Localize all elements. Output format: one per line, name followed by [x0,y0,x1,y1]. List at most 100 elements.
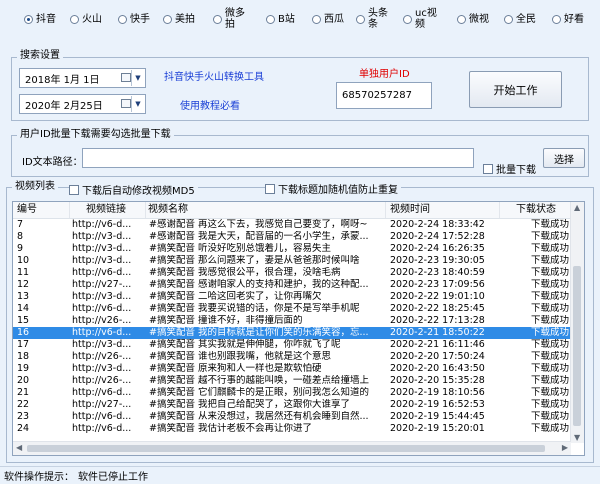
table-row[interactable]: 7 http://v6-d... #感谢配音 再这么下去，我感觉自己要变了，啊呀~ 2… [13,219,571,231]
select-file-button[interactable]: 选择 [543,148,585,168]
table-body: 7 http://v6-d... #感谢配音 再这么下去，我感觉自己要变了，啊呀~ 2… [13,219,571,435]
table-row[interactable]: 9 http://v3-d... #搞笑配音 听没好吃别总饿着儿，容易失主 2020-… [13,243,571,255]
end-date-picker[interactable]: 2020年 2月25日 ▼ [19,94,146,114]
column-header-time[interactable]: 视频时间 [386,202,500,218]
radio-dot-icon [70,15,79,24]
cell-name: #搞笑配音 其实我就是伸伸腿，你咋就飞了呢 [149,339,341,350]
auto-md5-checkbox[interactable]: 下载后自动修改视频MD5 [69,182,198,197]
column-header-status[interactable]: 下载状态 [500,202,571,218]
table-row[interactable]: 14 http://v6-d... #搞笑配音 我要买说错的话，你是不是写举手机呢 2… [13,303,571,315]
cell-status: 下载成功 [531,243,570,254]
scroll-right-icon[interactable]: ▶ [562,443,568,452]
radio-dot-icon [163,15,172,24]
scroll-left-icon[interactable]: ◀ [16,443,22,452]
table-row[interactable]: 16 http://v6-d... #搞笑配音 我的目标就是让你们笑的乐满笑容，忘.… [13,327,571,339]
cell-time: 2020-2-19 15:20:01 [390,423,485,434]
table-row[interactable]: 8 http://v3-d... #感谢配音 我是大天，配音届的一名小学生，承蒙..… [13,231,571,243]
radio-dot-icon [457,15,466,24]
cell-name: #搞笑配音 听没好吃别总饿着儿，容易失主 [149,243,331,254]
batch-download-checkbox[interactable]: 批量下载 [483,161,539,176]
radio-bilibili[interactable]: B站 [266,14,295,25]
convert-tool-link[interactable]: 抖音快手火山转换工具 [164,68,264,83]
start-date-picker[interactable]: 2018年 1月 1日 ▼ [19,68,146,88]
radio-weiduopai[interactable]: 微多 拍 [213,8,245,30]
table-row[interactable]: 22 http://v27-... #搞笑配音 我把自己给配哭了，这跟你大谁享了 20… [13,399,571,411]
cell-status: 下载成功 [531,339,570,350]
cell-name: #感谢配音 再这么下去，我感觉自己要变了，啊呀~ [149,219,368,230]
column-header-name[interactable]: 视频名称 [146,202,386,218]
table-row[interactable]: 11 http://v6-d... #搞笑配音 我感觉很公平，很合理，没啥毛病 202… [13,267,571,279]
cell-name: #感谢配音 我是大天，配音届的一名小学生，承蒙... [149,231,369,242]
radio-douyin[interactable]: 抖音 [24,14,56,25]
cell-name: #搞笑配音 它们麒麟卡的是正眼，别问我怎么知道的 [149,387,369,398]
radio-quanmin[interactable]: 全民 [504,14,536,25]
scroll-down-icon[interactable]: ▼ [574,433,580,442]
table-row[interactable]: 13 http://v3-d... #搞笑配音 二哈这回老实了，让你再嘴欠 2020-… [13,291,571,303]
random-title-checkbox[interactable]: 下载标题加随机值防止重复 [265,181,401,196]
cell-name: #搞笑配音 撞谁不好，非得撞后面的 [149,315,303,326]
radio-dot-icon [213,14,222,24]
table-row[interactable]: 21 http://v6-d... #搞笑配音 它们麒麟卡的是正眼，别问我怎么知道的… [13,387,571,399]
batch-download-title: 用户ID批量下载需要勾选批量下载 [17,129,174,141]
table-row[interactable]: 24 http://v6-d... #搞笑配音 我估计老板不会再让你进了 2020-2… [13,423,571,435]
table-row[interactable]: 20 http://v26-... #搞笑配音 越不行事的越能叫唤，一碰差点给撞墙上… [13,375,571,387]
column-header-link[interactable]: 视频链接 [70,202,146,218]
id-path-input[interactable] [82,148,474,168]
cell-time: 2020-2-19 18:10:56 [390,387,485,398]
table-row[interactable]: 12 http://v27-... #搞笑配音 感谢咱家人的支持和建护，我的这种配.… [13,279,571,291]
cell-status: 下载成功 [531,351,570,362]
cell-time: 2020-2-23 17:09:56 [390,279,485,290]
radio-toutiao[interactable]: 头条 条 [356,8,388,30]
scroll-up-icon[interactable]: ▲ [574,203,580,212]
radio-dot-icon [504,15,513,24]
radio-kuaishou[interactable]: 快手 [118,14,150,25]
checkbox-icon [483,163,493,174]
table-row[interactable]: 19 http://v3-d... #搞笑配音 原来狗和人一样也是欺软怕硬 2020-… [13,363,571,375]
cell-id: 7 [17,219,24,230]
cell-status: 下载成功 [531,423,570,434]
radio-haokan[interactable]: 好看 [552,14,584,25]
cell-id: 19 [17,363,30,374]
radio-xigua[interactable]: 西瓜 [312,14,344,25]
cell-name: #搞笑配音 越不行事的越能叫唤，一碰差点给撞墙上 [149,375,369,386]
cell-link: http://v6-d... [72,303,132,314]
radio-weishi[interactable]: 微视 [457,14,489,25]
table-row[interactable]: 10 http://v3-d... #搞笑配音 那么问题来了，妻是从爸爸那时候叫啥 2… [13,255,571,267]
cell-status: 下载成功 [531,315,570,326]
radio-uc-video[interactable]: uc视 频 [403,8,437,30]
scroll-thumb-horizontal[interactable] [27,445,545,452]
table-row[interactable]: 18 http://v26-... #搞笑配音 谁也别跟我嘴，他就是这个意思 2020… [13,351,571,363]
calendar-icon [121,99,131,108]
tutorial-link[interactable]: 使用教程必看 [180,97,240,112]
cell-id: 13 [17,291,30,302]
cell-id: 14 [17,303,30,314]
cell-link: http://v26-... [72,351,132,362]
checkbox-icon [265,183,275,194]
radio-meipai[interactable]: 美拍 [163,14,195,25]
table-row[interactable]: 17 http://v3-d... #搞笑配音 其实我就是伸伸腿，你咋就飞了呢 202… [13,339,571,351]
cell-name: #搞笑配音 感谢咱家人的支持和建护，我的这种配... [149,279,369,290]
horizontal-scrollbar[interactable]: ◀ ▶ [13,441,571,455]
vertical-scrollbar[interactable]: ▲ ▼ [570,202,584,443]
cell-link: http://v6-d... [72,327,132,338]
start-work-button[interactable]: 开始工作 [469,71,562,108]
chevron-down-icon[interactable]: ▼ [131,96,144,112]
scroll-thumb[interactable] [573,266,581,426]
cell-link: http://v26-... [72,375,132,386]
cell-name: #搞笑配音 我感觉很公平，很合理，没啥毛病 [149,267,341,278]
table-row[interactable]: 15 http://v26-... #搞笑配音 撞谁不好，非得撞后面的 2020-2-… [13,315,571,327]
cell-time: 2020-2-22 19:01:10 [390,291,485,302]
cell-name: #搞笑配音 那么问题来了，妻是从爸爸那时候叫啥 [149,255,360,266]
radio-huoshan[interactable]: 火山 [70,14,102,25]
table-row[interactable]: 23 http://v6-d... #搞笑配音 从来没想过，我居然还有机会睡到自然.… [13,411,571,423]
cell-status: 下载成功 [531,267,570,278]
chevron-down-icon[interactable]: ▼ [131,70,144,86]
calendar-icon [121,73,131,82]
cell-link: http://v6-d... [72,411,132,422]
column-header-id[interactable]: 编号 [13,202,70,218]
cell-name: #搞笑配音 从来没想过，我居然还有机会睡到自然... [149,411,369,422]
user-id-input[interactable]: 68570257287 [336,82,432,109]
cell-link: http://v3-d... [72,243,132,254]
radio-dot-icon [403,14,412,24]
status-label: 软件操作提示： [4,472,74,483]
